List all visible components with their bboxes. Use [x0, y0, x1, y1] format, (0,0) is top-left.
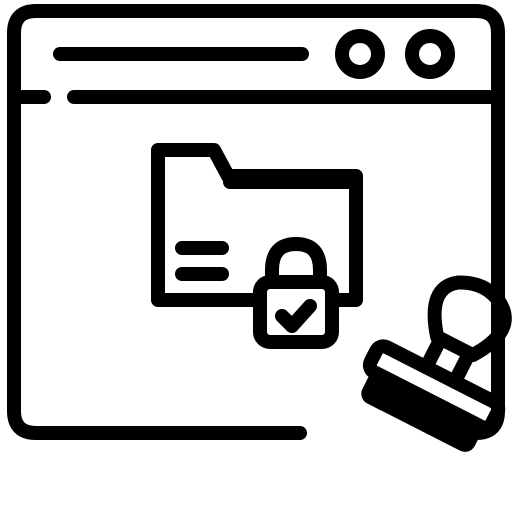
checkmark-icon — [275, 299, 317, 333]
icon-canvas — [7, 4, 512, 452]
secure-approved-folder-browser-icon — [0, 0, 512, 512]
rubber-stamp-icon — [361, 275, 512, 452]
window-control-dot-icon — [335, 29, 385, 79]
window-control-dot-icon — [405, 29, 455, 79]
